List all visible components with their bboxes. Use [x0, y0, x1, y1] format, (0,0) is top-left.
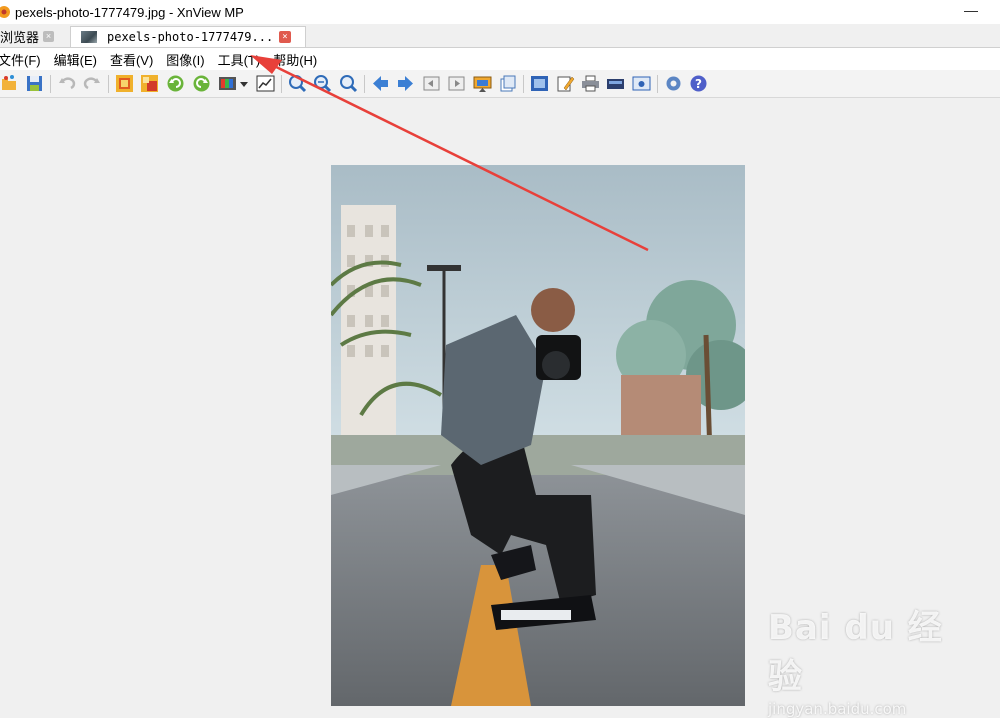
undo-icon[interactable] — [57, 74, 76, 93]
menu-image[interactable]: 图像(I) — [166, 50, 204, 69]
zoom-fit-icon[interactable] — [339, 74, 358, 93]
menu-edit[interactable]: 编辑(E) — [54, 50, 97, 69]
toolbar-separator — [364, 75, 365, 93]
adjust-colors-icon[interactable] — [218, 74, 237, 93]
tab-photo[interactable]: pexels-photo-1777479... × — [70, 26, 306, 47]
resize-icon[interactable] — [140, 74, 159, 93]
redo-icon[interactable] — [83, 74, 102, 93]
slideshow-icon[interactable] — [473, 74, 492, 93]
watermark-main: Bai du 经验 — [768, 608, 943, 697]
menu-help[interactable]: 帮助(H) — [273, 50, 317, 69]
menu-tools[interactable]: 工具(T) — [218, 50, 261, 69]
watermark-sub: jingyan.baidu.com — [768, 700, 907, 718]
toolbar-separator — [108, 75, 109, 93]
settings-icon[interactable] — [664, 74, 683, 93]
next-icon[interactable] — [396, 74, 415, 93]
dropdown-arrow-icon[interactable] — [238, 74, 250, 93]
first-icon[interactable] — [422, 74, 441, 93]
menu-view[interactable]: 查看(V) — [110, 50, 153, 69]
menu-file[interactable]: 文件(F) — [0, 50, 41, 69]
svg-text:?: ? — [695, 77, 702, 91]
tab-photo-close-icon[interactable]: × — [279, 31, 291, 43]
rotate-right-icon[interactable] — [192, 74, 211, 93]
baidu-watermark: Bai du 经验 jingyan.baidu.com — [768, 600, 968, 718]
histogram-icon[interactable] — [256, 74, 275, 93]
help-icon[interactable]: ? — [689, 74, 708, 93]
last-icon[interactable] — [447, 74, 466, 93]
capture-icon[interactable] — [632, 74, 651, 93]
toolbar: ? — [0, 70, 1000, 98]
print-icon[interactable] — [581, 74, 600, 93]
fullscreen-icon[interactable] — [530, 74, 549, 93]
edit-icon[interactable] — [556, 74, 575, 93]
photo-image — [331, 165, 745, 706]
image-thumbnail-icon — [81, 31, 97, 43]
tab-browser[interactable]: 浏览器 × — [0, 26, 70, 47]
scan-icon[interactable] — [606, 74, 625, 93]
tab-browser-close-icon[interactable]: × — [43, 31, 55, 42]
toolbar-separator — [281, 75, 282, 93]
zoom-in-icon[interactable] — [288, 74, 307, 93]
zoom-out-icon[interactable] — [313, 74, 332, 93]
tab-photo-label: pexels-photo-1777479... — [107, 30, 274, 44]
tab-bar: 浏览器 × pexels-photo-1777479... × — [0, 24, 1000, 48]
crop-icon[interactable] — [115, 74, 134, 93]
browse-icon[interactable] — [0, 74, 19, 93]
copy-icon[interactable] — [498, 74, 517, 93]
toolbar-separator — [523, 75, 524, 93]
tab-browser-label: 浏览器 — [0, 30, 40, 45]
window-title: pexels-photo-1777479.jpg - XnView MP — [15, 4, 244, 20]
rotate-left-icon[interactable] — [166, 74, 185, 93]
title-bar: pexels-photo-1777479.jpg - XnView MP — — [0, 0, 1000, 24]
minimize-button[interactable]: — — [964, 3, 978, 17]
toolbar-separator — [657, 75, 658, 93]
xnview-logo-icon — [0, 6, 10, 18]
toolbar-separator — [50, 75, 51, 93]
previous-icon[interactable] — [371, 74, 390, 93]
save-icon[interactable] — [25, 74, 44, 93]
menu-bar: 文件(F) 编辑(E) 查看(V) 图像(I) 工具(T) 帮助(H) — [0, 48, 1000, 70]
